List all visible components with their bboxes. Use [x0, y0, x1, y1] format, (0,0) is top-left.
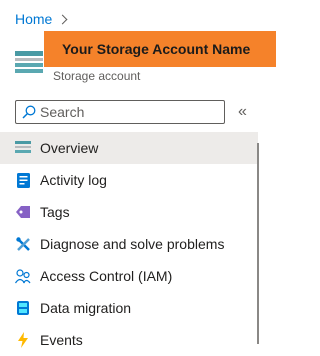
data-migration-icon — [15, 300, 31, 316]
resource-name-banner: Your Storage Account Name — [44, 31, 276, 67]
menu-item-label: Access Control (IAM) — [40, 268, 173, 284]
menu-scrollbar[interactable] — [257, 143, 259, 344]
lightning-icon — [15, 332, 31, 348]
menu-item-label: Data migration — [40, 300, 132, 316]
menu-item-label: Diagnose and solve problems — [40, 236, 225, 252]
resource-type: Storage account — [53, 69, 141, 83]
overview-icon — [15, 140, 31, 156]
menu-item-label: Events — [40, 332, 83, 348]
storage-account-icon — [15, 51, 43, 73]
menu-item-diagnose[interactable]: Diagnose and solve problems — [0, 228, 258, 260]
menu-item-events[interactable]: Events — [0, 324, 258, 356]
menu-item-overview[interactable]: Overview — [0, 132, 258, 164]
menu-item-tags[interactable]: Tags — [0, 196, 258, 228]
menu-item-activity-log[interactable]: Activity log — [0, 164, 258, 196]
chevron-right-icon — [57, 14, 68, 24]
menu-item-label: Tags — [40, 204, 70, 220]
menu-item-label: Overview — [40, 140, 99, 156]
resource-menu: Overview Activity log Tags Diagnose and … — [0, 132, 258, 356]
menu-item-access-control[interactable]: Access Control (IAM) — [0, 260, 258, 292]
wrench-icon — [15, 236, 31, 252]
collapse-menu-button[interactable]: « — [238, 104, 247, 120]
activity-log-icon — [15, 172, 31, 188]
search-box[interactable] — [15, 100, 225, 124]
tag-icon — [15, 204, 31, 220]
breadcrumb: Home — [15, 11, 68, 27]
people-icon — [15, 268, 31, 284]
search-icon — [22, 105, 36, 119]
breadcrumb-home-link[interactable]: Home — [15, 11, 52, 27]
search-input[interactable] — [40, 104, 210, 120]
menu-item-data-migration[interactable]: Data migration — [0, 292, 258, 324]
menu-item-label: Activity log — [40, 172, 107, 188]
